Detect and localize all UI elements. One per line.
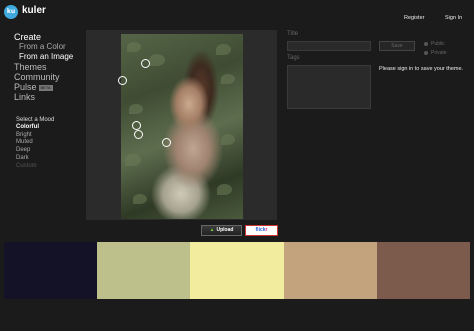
flickr-label-a: flick: [255, 227, 266, 233]
flickr-button[interactable]: flickr: [245, 225, 278, 236]
color-picker-4[interactable]: [134, 130, 143, 139]
tags-label: Tags: [287, 55, 300, 61]
nav-from-image[interactable]: From an Image: [14, 52, 84, 62]
color-picker-2[interactable]: [118, 76, 127, 85]
upload-label: Upload: [216, 227, 234, 233]
color-picker-1[interactable]: [141, 59, 150, 68]
radio-icon: [424, 41, 428, 46]
mood-option-deep[interactable]: Deep: [16, 147, 86, 155]
mood-option-bright[interactable]: Bright: [16, 132, 86, 140]
color-picker-3[interactable]: [132, 121, 141, 130]
private-label: Private: [431, 50, 447, 56]
signin-message: Please sign in to save your theme.: [379, 66, 464, 72]
footer: [0, 299, 474, 331]
app-name[interactable]: kuler: [22, 5, 46, 16]
mood-option-colorful[interactable]: Colorful: [16, 124, 86, 132]
nav-community[interactable]: Community: [14, 72, 84, 82]
swatch-5[interactable]: [376, 242, 471, 299]
radio-icon: [424, 50, 428, 55]
save-button[interactable]: Save: [379, 41, 415, 51]
nav-pulse[interactable]: Pulse BETA: [14, 82, 84, 92]
mood-heading: Select a Mood: [16, 117, 55, 123]
nav-create[interactable]: Create: [14, 32, 84, 42]
nav-themes[interactable]: Themes: [14, 62, 84, 72]
beta-badge: BETA: [38, 84, 53, 91]
swatch-1[interactable]: [4, 242, 98, 299]
mood-option-muted[interactable]: Muted: [16, 139, 86, 147]
mood-option-dark[interactable]: Dark: [16, 155, 86, 163]
public-label: Public: [431, 41, 445, 47]
nav-links[interactable]: Links: [14, 92, 84, 102]
swatch-3[interactable]: [190, 242, 284, 299]
mood-option-custom[interactable]: Custom: [16, 163, 86, 171]
nav-pulse-label: Pulse: [14, 82, 37, 92]
color-picker-5[interactable]: [162, 138, 171, 147]
private-radio[interactable]: Private: [424, 50, 447, 56]
flickr-label-b: r: [265, 227, 268, 233]
swatch-2[interactable]: [97, 242, 191, 299]
register-link[interactable]: Register: [404, 15, 424, 21]
swatch-4[interactable]: [283, 242, 377, 299]
main-nav: Create From a Color From an Image Themes…: [14, 32, 84, 102]
top-bar: ku kuler Register Sign In: [0, 0, 474, 26]
upload-arrow-icon: ▲: [209, 227, 215, 233]
title-input[interactable]: [287, 41, 371, 51]
signin-link[interactable]: Sign In: [445, 15, 462, 21]
kuler-logo-icon[interactable]: ku: [4, 5, 18, 19]
upload-button[interactable]: ▲ Upload: [201, 225, 242, 236]
nav-from-color[interactable]: From a Color: [14, 42, 84, 52]
mood-selector: Select a Mood Colorful Bright Muted Deep…: [16, 116, 86, 170]
color-swatches: [4, 242, 471, 299]
public-radio[interactable]: Public: [424, 41, 445, 47]
tags-input[interactable]: [287, 65, 371, 109]
title-label: Title: [287, 31, 299, 37]
